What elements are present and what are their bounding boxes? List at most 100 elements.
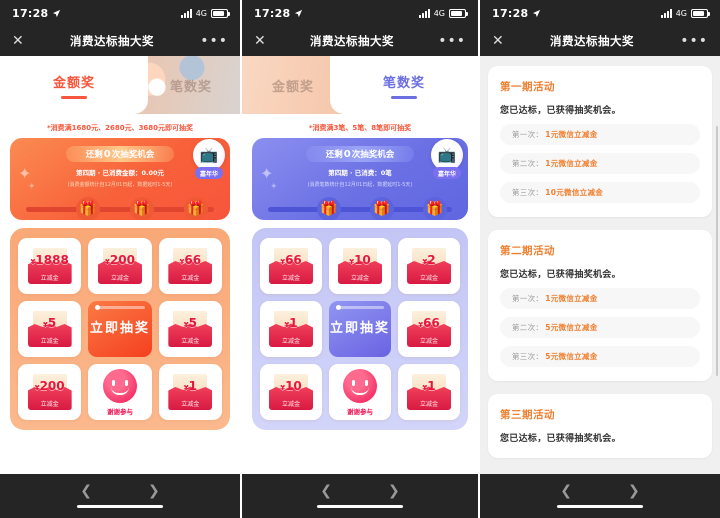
smiley-face-icon [102,368,137,403]
red-envelope-icon: ¥10 立减金 [338,248,382,284]
tab-amount-prize[interactable]: 金额奖 [0,56,148,114]
home-indicator[interactable] [317,504,403,509]
prize-cell[interactable]: ¥5 立减金 [18,301,82,357]
prize-cell[interactable]: ¥1 立减金 [260,301,322,357]
thanks-cell[interactable]: 谢谢参与 [329,364,391,420]
red-envelope-icon: ¥2 立减金 [407,248,451,284]
status-bar: 17:28 4G [480,0,720,26]
home-indicator[interactable] [557,504,643,509]
draw-now-button[interactable]: 立即抽奖 [88,301,152,357]
activity-row: 第二次： 5元微信立减金 [500,317,700,338]
prize-cell[interactable]: ¥66 立减金 [158,238,222,294]
draw-reward-value: 10元微信立减金 [545,188,604,197]
prize-cell[interactable]: ¥10 立减金 [329,238,391,294]
prize-amount: 200 [39,379,65,393]
chevron-left-icon[interactable]: ❮ [320,484,332,498]
chevron-left-icon[interactable]: ❮ [560,484,572,498]
more-options-icon[interactable]: ••• [680,34,708,48]
lottery-view: 金额奖 笔数奖 *消费满3笔、5笔、8笔即可抽奖 ✦ ✦ 还剩 0 次抽奖机会 … [242,56,478,474]
draw-index-label: 第二次： [512,159,544,168]
prize-label: 立减金 [181,338,200,345]
activity-title: 第三期活动 [500,409,555,421]
prize-amount: 200 [109,253,135,267]
prize-label: 立减金 [281,401,300,408]
prize-cell[interactable]: ¥1 立减金 [158,364,222,420]
prize-cell[interactable]: ¥66 立减金 [398,301,460,357]
prize-amount: 66 [285,253,302,267]
signal-bars-icon [180,8,192,18]
more-options-icon[interactable]: ••• [200,34,228,48]
prize-grid-area: ¥66 立减金 ¥10 立减金 ¥2 立减金 ¥1 立减金 立即抽奖 ¥66 立减金 ¥1… [252,228,468,430]
activity-row: 第三次： 5元微信立减金 [500,346,700,367]
red-envelope-icon: ¥5 立减金 [168,311,213,347]
activity-row: 第一次： 1元微信立减金 [500,288,700,309]
close-icon[interactable]: ✕ [12,34,24,48]
prize-amount: 5 [188,316,197,330]
close-icon[interactable]: ✕ [492,34,504,48]
prize-label: 立减金 [181,275,200,282]
thanks-cell[interactable]: 谢谢参与 [88,364,152,420]
prize-cell[interactable]: ¥10 立减金 [260,364,322,420]
signal-bars-icon [660,8,672,18]
prize-grid-area: ¥1888 立减金 ¥200 立减金 ¥66 立减金 ¥5 立减金 立即抽奖 ¥5 立减金… [10,228,230,430]
network-type: 4G [675,8,687,18]
red-envelope-icon: ¥5 立减金 [27,311,72,347]
lottery-body: *消费满3笔、5笔、8笔即可抽奖 ✦ ✦ 还剩 0 次抽奖机会 第四期 · 已消… [242,114,478,474]
tab-count-prize[interactable]: 笔数奖 [330,56,478,114]
close-icon[interactable]: ✕ [254,34,266,48]
red-envelope-icon: ¥1 立减金 [269,311,313,347]
thanks-label: 谢谢参与 [106,407,133,416]
chevron-right-icon[interactable]: ❯ [388,484,400,498]
activity-row: 第二次： 1元微信立减金 [500,153,700,174]
prize-cell[interactable]: ¥1 立减金 [398,364,460,420]
network-type: 4G [195,8,207,18]
location-arrow-icon [52,9,60,17]
draw-button-bar [336,305,384,310]
prize-cell[interactable]: ¥1888 立减金 [18,238,82,294]
prize-label: 立减金 [419,401,438,408]
more-options-icon[interactable]: ••• [438,34,466,48]
activity-subtitle: 您已达标，已获得抽奖机会。 [500,270,621,280]
location-arrow-icon [532,9,540,17]
chance-prefix: 还剩 [325,150,343,160]
phone-screen-count-prize: 17:28 4G ✕ 消费达标抽大奖 ••• 金额奖 笔数奖 *消费满3笔、5笔… [240,0,480,518]
prize-amount: 1 [188,379,197,393]
draw-now-button[interactable]: 立即抽奖 [329,301,391,357]
prize-amount: 10 [354,253,371,267]
nav-bar: ✕ 消费达标抽大奖 ••• [0,26,240,56]
prize-cell[interactable]: ¥66 立减金 [260,238,322,294]
carnival-badge: 📺 嘉年华 [186,138,230,179]
prize-grid: ¥1888 立减金 ¥200 立减金 ¥66 立减金 ¥5 立减金 立即抽奖 ¥5 立减金… [18,238,222,420]
scrollbar[interactable] [716,126,718,376]
page-content: 笔数奖 金额奖 *消费满1680元、2680元、3680元即可抽奖 ✦ ✦ 还剩 [0,56,240,474]
progress-tip: (消费笔数统计自12月01日起，数据延时1-5天) [307,182,413,188]
draw-index-label: 第二次： [512,323,544,332]
prize-cell[interactable]: ¥5 立减金 [158,301,222,357]
prize-amount: 1 [427,379,436,393]
tab-count-prize[interactable]: 笔数奖 [170,76,212,95]
sparkle-small-icon: ✦ [28,182,36,192]
chevron-right-icon[interactable]: ❯ [148,484,160,498]
draw-reward-value: 5元微信立减金 [545,352,598,361]
draw-index-label: 第三次： [512,188,544,197]
prize-cell[interactable]: ¥200 立减金 [18,364,82,420]
tab-underline [390,95,417,99]
status-bar: 17:28 4G [0,0,240,26]
activity-card: 第二期活动 您已达标，已获得抽奖机会。 第一次： 1元微信立减金 第二次： 5元… [488,230,712,381]
milestone-gift-2: 🎁 [369,197,394,220]
chevron-left-icon[interactable]: ❮ [80,484,92,498]
draw-now-label: 立即抽奖 [89,320,150,336]
prize-cell[interactable]: ¥200 立减金 [88,238,152,294]
activity-title: 第一期活动 [500,81,555,93]
carnival-badge-label: 嘉年华 [432,167,462,179]
eligibility-note: *消费满1680元、2680元、3680元即可抽奖 [46,124,194,132]
page-title: 消费达标抽大奖 [309,34,394,48]
activity-list[interactable]: 第一期活动 您已达标，已获得抽奖机会。 第一次： 1元微信立减金 第二次： 1元… [480,56,720,474]
home-indicator[interactable] [77,504,163,509]
chevron-right-icon[interactable]: ❯ [628,484,640,498]
prize-amount: 66 [423,316,440,330]
tab-amount-prize[interactable]: 金额奖 [272,76,314,95]
signal-bars-icon [418,8,430,18]
prize-cell[interactable]: ¥2 立减金 [398,238,460,294]
red-envelope-icon: ¥66 立减金 [407,311,451,347]
